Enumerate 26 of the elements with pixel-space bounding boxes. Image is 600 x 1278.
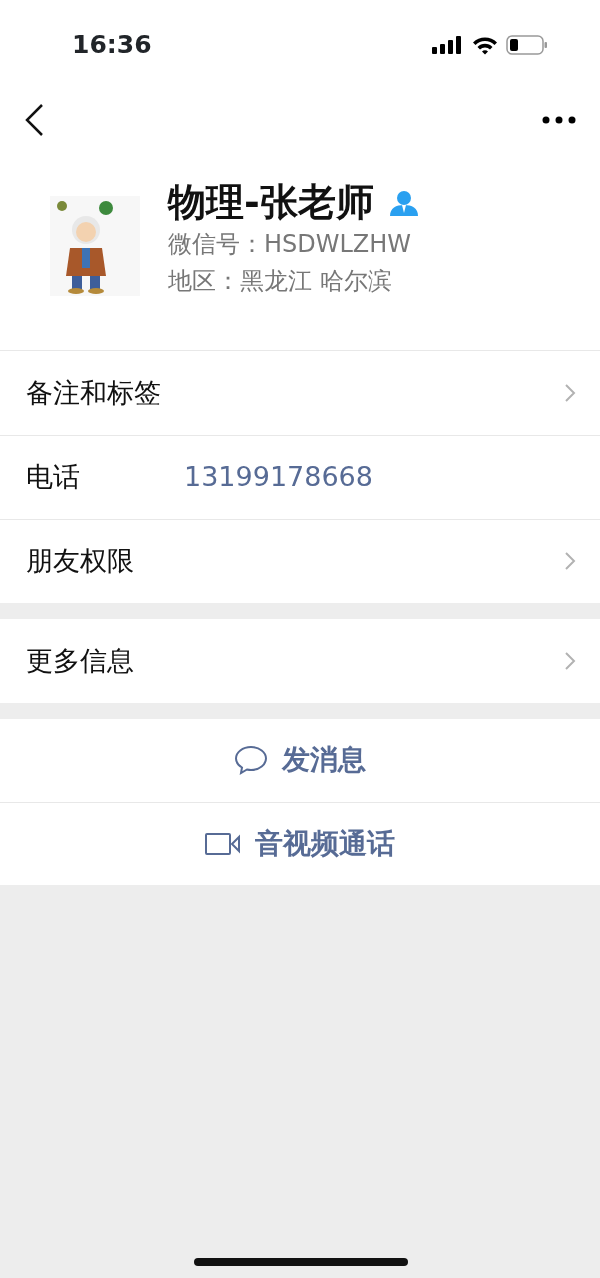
chevron-icon — [564, 382, 576, 403]
signal-icon — [432, 36, 464, 54]
chevron-icon — [564, 551, 576, 572]
contact-name: 物理-张老师 — [168, 180, 374, 226]
status-time: 16:36 — [72, 29, 152, 62]
action-button[interactable]: 发消息 — [0, 718, 600, 802]
back-icon[interactable] — [24, 103, 44, 137]
more-icon[interactable] — [542, 116, 576, 124]
list-row[interactable]: 朋友权限 — [0, 518, 600, 603]
wechat-id: 微信号：HSDWLZHW — [168, 228, 413, 260]
row-label: 朋友权限 — [26, 544, 135, 579]
list-row[interactable]: 备注和标签 — [0, 350, 600, 435]
phone-number[interactable]: 13199178668 — [184, 457, 373, 498]
wifi-icon — [472, 35, 498, 55]
list-row[interactable]: 电话 13199178668 — [0, 434, 600, 519]
battery-icon — [506, 35, 548, 55]
video-camera-icon — [205, 832, 241, 855]
person-icon — [389, 189, 418, 216]
list-row[interactable]: 更多信息 — [0, 618, 600, 703]
action-button[interactable]: 音视频通话 — [0, 801, 600, 885]
row-label: 电话 — [26, 460, 81, 495]
chevron-icon — [564, 650, 576, 671]
row-label: 备注和标签 — [26, 375, 162, 410]
chat-bubble-icon — [234, 745, 268, 776]
row-label: 更多信息 — [26, 643, 135, 678]
region-text: 地区：黑龙江 哈尔滨 — [168, 265, 393, 297]
